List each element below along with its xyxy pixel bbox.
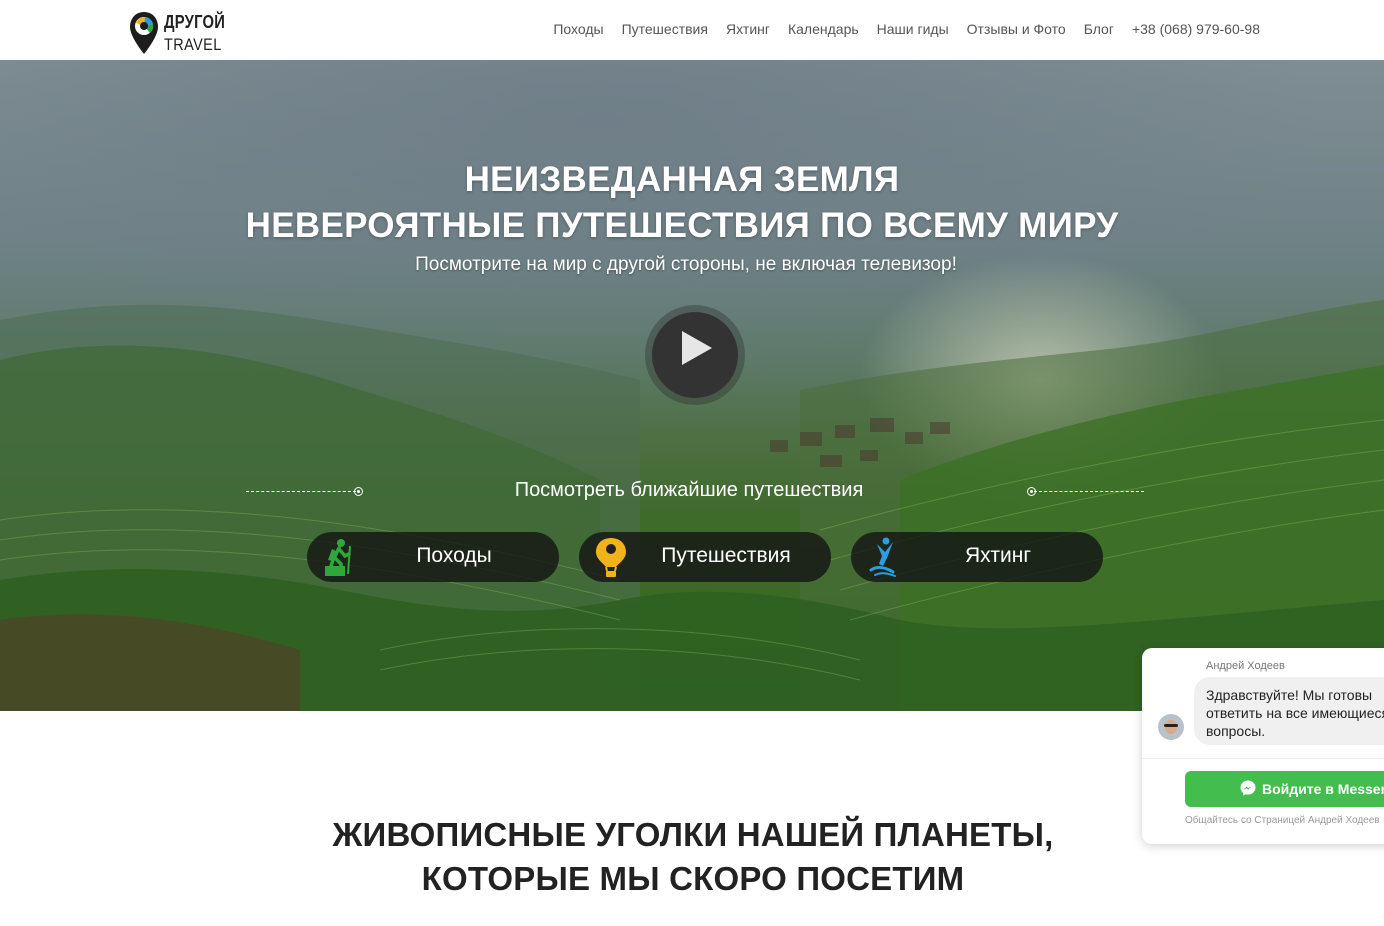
messenger-icon — [1240, 780, 1256, 796]
messenger-chat-widget[interactable]: Андрей Ходеев Здравствуйте! Мы готовы от… — [1142, 648, 1384, 844]
nav-item-yachting[interactable]: Яхтинг — [726, 21, 770, 37]
logo-text-bottom: TRAVEL — [164, 35, 222, 54]
nav-item-guides[interactable]: Наши гиды — [877, 21, 949, 37]
nav-item-travels[interactable]: Путешествия — [622, 21, 708, 37]
hero-title-line2: НЕВЕРОЯТНЫЕ ПУТЕШЕСТВИЯ ПО ВСЕМУ МИРУ — [245, 206, 1119, 245]
video-play-button[interactable] — [645, 305, 745, 405]
nearest-trips-heading: Посмотреть ближайшие путешествия — [514, 479, 864, 501]
section-title-line2: КОТОРЫЕ МЫ СКОРО ПОСЕТИМ — [421, 860, 965, 897]
category-button-yachting[interactable]: Яхтинг — [851, 532, 1103, 582]
site-header: ДРУГОЙ TRAVEL Походы Путешествия Яхтинг … — [0, 0, 1384, 60]
chat-divider — [1142, 758, 1384, 759]
main-nav: Походы Путешествия Яхтинг Календарь Наши… — [535, 21, 1260, 37]
hero-subtitle: Посмотрите на мир с другой стороны, не в… — [415, 254, 957, 275]
hiker-icon — [325, 539, 351, 576]
chat-agent-name: Андрей Ходеев — [1206, 660, 1285, 672]
category-label-travels: Путешествия — [661, 544, 791, 567]
nav-item-blog[interactable]: Блог — [1084, 21, 1114, 37]
location-pin-logo-icon — [130, 12, 158, 54]
logo-text-top: ДРУГОЙ — [164, 12, 226, 32]
logo[interactable]: ДРУГОЙ TRAVEL — [128, 8, 238, 58]
play-icon — [682, 331, 712, 365]
messenger-login-button[interactable]: Войдите в Messenger — [1185, 771, 1384, 807]
hero-banner: НЕИЗВЕДАННАЯ ЗЕМЛЯ НЕВЕРОЯТНЫЕ ПУТЕШЕСТВ… — [0, 60, 1384, 711]
hero-title-line1: НЕИЗВЕДАННАЯ ЗЕМЛЯ — [464, 160, 900, 199]
category-label-yachting: Яхтинг — [964, 544, 1032, 567]
avatar — [1158, 714, 1184, 740]
chat-message-bubble: Здравствуйте! Мы готовы ответить на все … — [1194, 677, 1384, 745]
yachting-icon — [869, 537, 896, 577]
nav-item-reviews[interactable]: Отзывы и Фото — [967, 21, 1066, 37]
chat-footer-text: Общайтесь со Страницей Андрей Ходеев — [1185, 815, 1380, 826]
hot-air-balloon-icon — [596, 538, 626, 577]
messenger-login-label: Войдите в Messenger — [1262, 781, 1384, 797]
divider-right — [1034, 491, 1144, 492]
category-button-hikes[interactable]: Походы — [307, 532, 559, 582]
nav-item-hikes[interactable]: Походы — [553, 21, 603, 37]
category-label-hikes: Походы — [416, 544, 492, 567]
nav-item-calendar[interactable]: Календарь — [788, 21, 859, 37]
category-button-travels[interactable]: Путешествия — [579, 532, 831, 582]
nav-phone-link[interactable]: +38 (068) 979-60-98 — [1132, 21, 1260, 37]
